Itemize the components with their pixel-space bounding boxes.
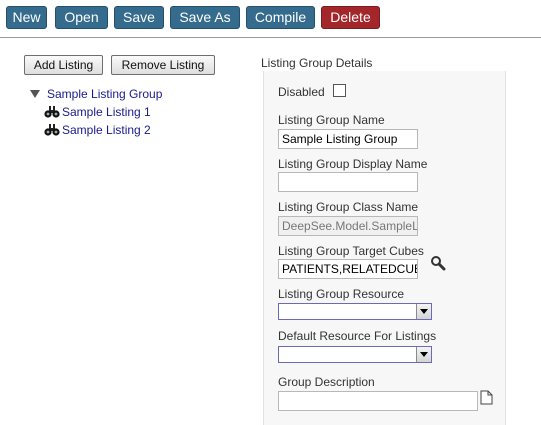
remove-listing-button[interactable]: Remove Listing	[111, 55, 215, 75]
disabled-checkbox[interactable]	[333, 84, 346, 97]
disabled-label: Disabled	[278, 85, 325, 99]
tree-group-label[interactable]: Sample Listing Group	[47, 86, 162, 102]
compile-button[interactable]: Compile	[246, 6, 315, 29]
resource-label: Listing Group Resource	[278, 287, 405, 301]
target-cubes-label: Listing Group Target Cubes	[278, 244, 424, 258]
collapse-triangle-icon[interactable]	[29, 86, 41, 102]
toolbar: New Open Save Save As Compile Delete	[0, 0, 541, 38]
add-listing-button[interactable]: Add Listing	[24, 55, 103, 75]
display-name-label: Listing Group Display Name	[278, 157, 428, 171]
chevron-down-icon[interactable]	[416, 304, 431, 319]
default-resource-select[interactable]	[278, 346, 432, 363]
tree-listing-label[interactable]: Sample Listing 1	[62, 104, 151, 120]
binoculars-icon	[44, 124, 60, 136]
save-as-button[interactable]: Save As	[170, 6, 240, 29]
save-button[interactable]: Save	[114, 6, 164, 29]
delete-button[interactable]: Delete	[321, 6, 380, 29]
display-name-input[interactable]	[278, 172, 418, 192]
description-input[interactable]	[278, 391, 478, 411]
name-label: Listing Group Name	[278, 113, 385, 127]
binoculars-icon	[44, 106, 60, 118]
document-icon[interactable]	[480, 390, 493, 405]
resource-select[interactable]	[278, 303, 432, 320]
target-cubes-input[interactable]: PATIENTS,RELATEDCUBES/CITYRAINFALL	[278, 259, 418, 279]
class-name-label: Listing Group Class Name	[278, 200, 419, 214]
open-button[interactable]: Open	[55, 6, 108, 29]
details-section-title: Listing Group Details	[261, 56, 373, 70]
class-name-input: DeepSee.Model.SampleListingGroup	[278, 216, 418, 236]
tree-listing-label[interactable]: Sample Listing 2	[62, 122, 151, 138]
new-button[interactable]: New	[6, 6, 47, 29]
default-resource-label: Default Resource For Listings	[278, 329, 437, 343]
name-input[interactable]: Sample Listing Group	[278, 129, 418, 149]
description-label: Group Description	[278, 375, 375, 389]
search-icon[interactable]	[430, 255, 446, 271]
chevron-down-icon[interactable]	[416, 347, 431, 362]
